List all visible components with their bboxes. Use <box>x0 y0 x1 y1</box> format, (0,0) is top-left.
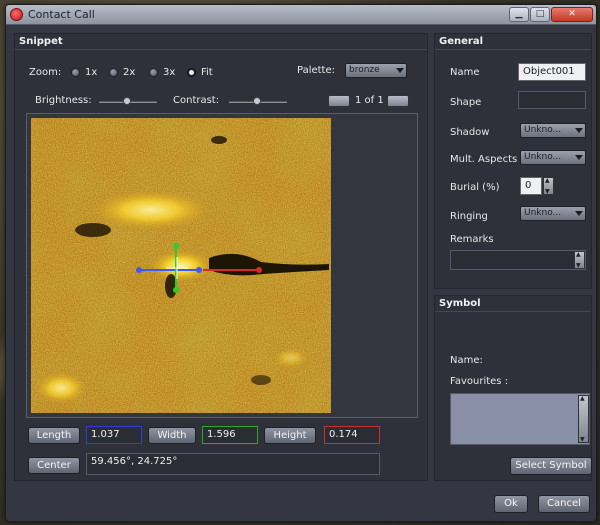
general-header: General <box>435 34 591 50</box>
zoom-label: Zoom: <box>29 67 62 78</box>
favourites-list[interactable] <box>450 393 590 445</box>
sonar-snippet-image[interactable] <box>31 118 331 413</box>
shape-label: Shape <box>450 97 482 108</box>
ringing-label: Ringing <box>450 211 488 222</box>
height-handle[interactable] <box>256 267 262 273</box>
zoom-2x-label: 2x <box>123 67 136 78</box>
width-button[interactable]: Width <box>148 427 196 444</box>
height-field[interactable]: 0.174 <box>324 426 380 444</box>
close-button[interactable]: ✕ <box>551 7 593 22</box>
remarks-input[interactable] <box>450 250 586 270</box>
snippet-image-frame <box>26 113 418 418</box>
favourites-label: Favourites : <box>450 376 509 387</box>
zoom-fit-label: Fit <box>201 67 213 78</box>
cancel-button[interactable]: Cancel <box>538 495 590 513</box>
mult-aspects-value: Unkno... <box>524 152 562 162</box>
palette-label: Palette: <box>297 65 336 76</box>
shadow-value: Unkno... <box>524 125 562 135</box>
height-button[interactable]: Height <box>264 427 316 444</box>
remarks-label: Remarks <box>450 234 494 245</box>
chevron-down-icon <box>575 211 583 216</box>
center-button[interactable]: Center <box>28 457 80 474</box>
minimize-button[interactable]: ▁ <box>509 7 529 22</box>
contrast-label: Contrast: <box>173 95 220 106</box>
symbol-header: Symbol <box>435 296 591 312</box>
ok-button[interactable]: Ok <box>494 495 528 513</box>
page-indicator: 1 of 1 <box>355 95 384 106</box>
zoom-fit-radio[interactable] <box>187 68 196 77</box>
remarks-scrollbar[interactable] <box>574 251 585 269</box>
symbol-name-label: Name: <box>450 355 483 366</box>
mult-aspects-select[interactable]: Unkno... <box>520 150 586 165</box>
name-input[interactable]: Object001 <box>518 63 586 81</box>
snippet-header: Snippet <box>15 34 427 50</box>
ringing-select[interactable]: Unkno... <box>520 206 586 221</box>
length-field[interactable]: 1.037 <box>86 426 142 444</box>
ringing-value: Unkno... <box>524 208 562 218</box>
shape-field[interactable] <box>518 91 586 109</box>
contact-call-dialog: Contact Call ▁ □ ✕ Snippet Zoom: 1x 2x 3… <box>5 4 597 522</box>
chevron-down-icon <box>575 155 583 160</box>
burial-spinner[interactable] <box>543 177 554 195</box>
width-handle-bottom[interactable] <box>173 287 179 293</box>
brightness-slider-thumb[interactable] <box>123 97 131 105</box>
sonar-image-graphic <box>31 118 331 413</box>
chevron-down-icon <box>575 128 583 133</box>
chevron-down-icon <box>396 68 404 73</box>
contrast-slider-thumb[interactable] <box>253 97 261 105</box>
maximize-button[interactable]: □ <box>530 7 550 22</box>
select-symbol-button[interactable]: Select Symbol <box>510 457 592 475</box>
zoom-3x-radio[interactable] <box>149 68 158 77</box>
shadow-select[interactable]: Unkno... <box>520 123 586 138</box>
window-title: Contact Call <box>28 8 95 21</box>
palette-select[interactable]: bronze <box>345 63 407 78</box>
center-field[interactable]: 59.456°, 24.725° <box>86 453 380 475</box>
app-icon <box>10 8 23 21</box>
symbol-panel: Symbol <box>434 295 592 481</box>
length-handle-left[interactable] <box>136 267 142 273</box>
width-handle-top[interactable] <box>173 243 179 249</box>
name-label: Name <box>450 67 480 78</box>
palette-value: bronze <box>349 65 380 75</box>
width-field[interactable]: 1.596 <box>202 426 258 444</box>
zoom-1x-label: 1x <box>85 67 98 78</box>
burial-label: Burial (%) <box>450 182 500 193</box>
length-button[interactable]: Length <box>28 427 80 444</box>
zoom-1x-radio[interactable] <box>71 68 80 77</box>
length-handle-right[interactable] <box>196 267 202 273</box>
title-bar: Contact Call ▁ □ ✕ <box>6 5 596 25</box>
zoom-2x-radio[interactable] <box>109 68 118 77</box>
shadow-label: Shadow <box>450 127 490 138</box>
favourites-scrollbar[interactable] <box>578 395 589 443</box>
burial-input[interactable]: 0 <box>520 177 542 195</box>
previous-snippet-button[interactable] <box>328 95 350 107</box>
mult-aspects-label: Mult. Aspects <box>450 154 518 165</box>
zoom-3x-label: 3x <box>163 67 176 78</box>
next-snippet-button[interactable] <box>387 95 409 107</box>
brightness-label: Brightness: <box>35 95 92 106</box>
